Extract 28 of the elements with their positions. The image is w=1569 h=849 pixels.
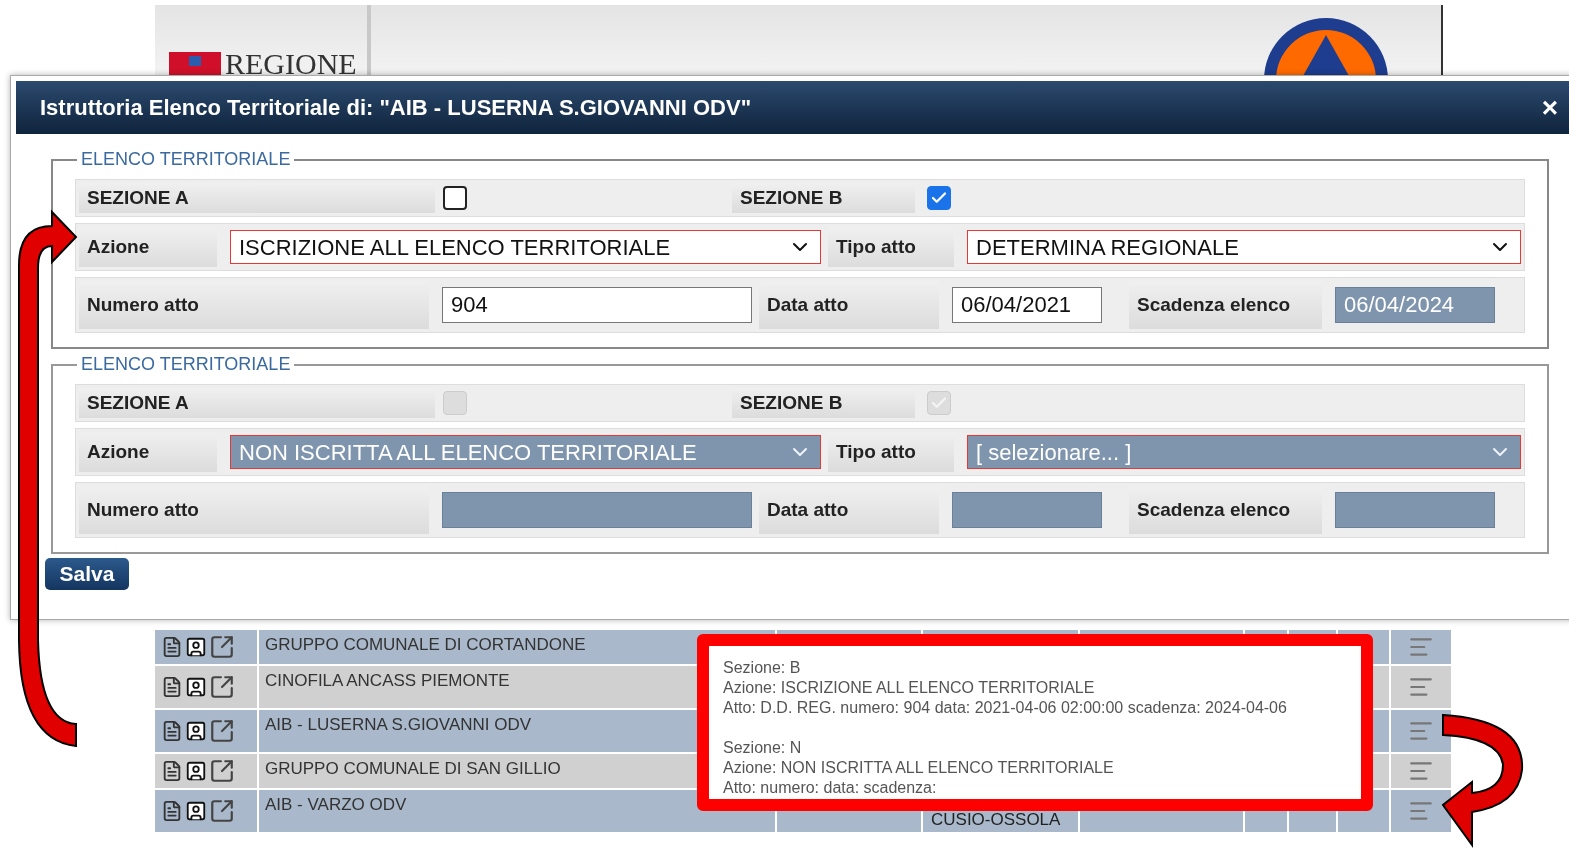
dialog-title: Istruttoria Elenco Territoriale di: "AIB - LUSERNA S.GIOVANNI ODV" [40, 94, 752, 122]
checkbox[interactable] [927, 186, 951, 210]
logo-text: REGIONE [225, 49, 357, 79]
flag-icon [169, 52, 221, 76]
dropdown[interactable]: DETERMINA REGIONALE [967, 230, 1521, 264]
document-icon[interactable] [161, 676, 183, 698]
contact-card-icon[interactable] [185, 760, 207, 782]
input-field[interactable]: 06/04/2021 [952, 287, 1102, 323]
contact-card-icon[interactable] [185, 720, 207, 742]
document-icon[interactable] [161, 760, 183, 782]
checkbox[interactable] [443, 186, 467, 210]
contact-card-icon[interactable] [185, 636, 207, 658]
window-arrow-icon[interactable] [209, 634, 235, 660]
input-field[interactable]: 904 [442, 287, 752, 323]
close-button[interactable]: × [1541, 93, 1558, 122]
dropdown[interactable]: ISCRIZIONE ALL ELENCO TERRITORIALE [230, 230, 821, 264]
window-arrow-icon[interactable] [209, 718, 235, 744]
document-icon[interactable] [161, 636, 183, 658]
contact-card-icon[interactable] [185, 676, 207, 698]
window-arrow-icon[interactable] [209, 758, 235, 784]
section-legend: ELENCO TERRITORIALE [77, 351, 295, 378]
window-arrow-icon[interactable] [209, 674, 235, 700]
document-icon[interactable] [161, 720, 183, 742]
document-icon[interactable] [161, 800, 183, 822]
section-legend: ELENCO TERRITORIALE [77, 146, 295, 173]
window-arrow-icon[interactable] [209, 798, 235, 824]
save-button[interactable]: Salva [45, 558, 129, 590]
contact-card-icon[interactable] [185, 800, 207, 822]
